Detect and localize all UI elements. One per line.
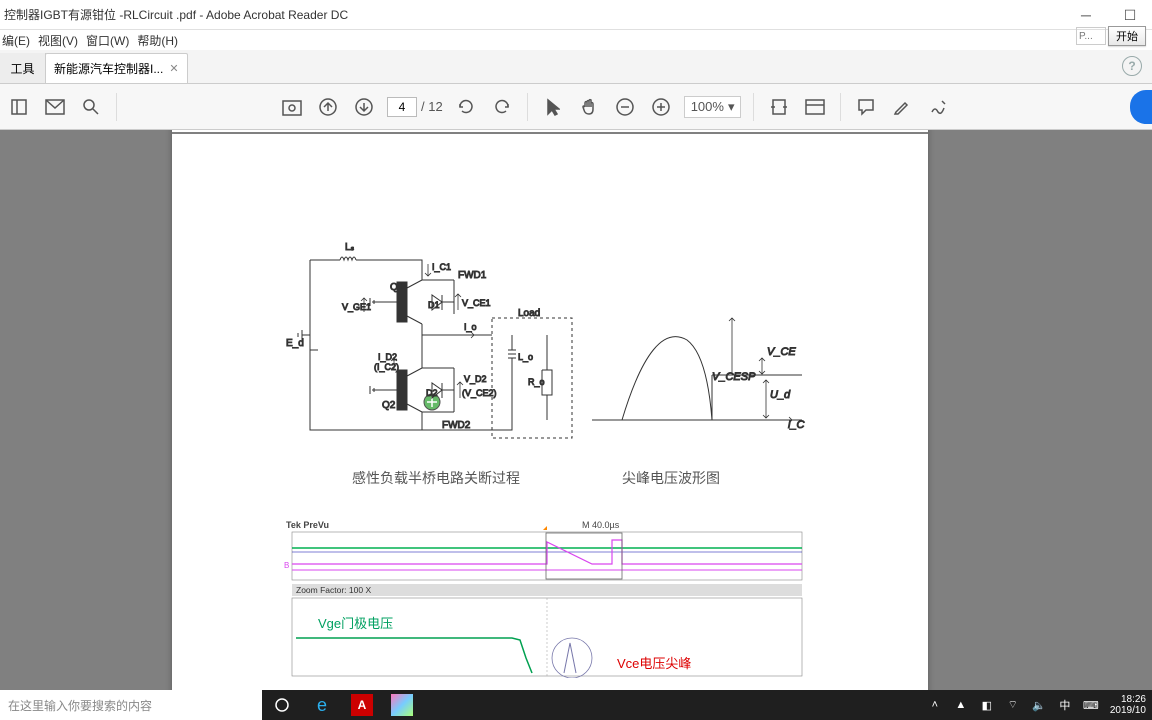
page-divider — [172, 132, 928, 134]
svg-text:V_D2: V_D2 — [464, 374, 487, 384]
start-button[interactable]: 开始 — [1108, 26, 1146, 46]
svg-text:V_CESP: V_CESP — [712, 371, 756, 383]
svg-text:M 40.0µs: M 40.0µs — [582, 520, 620, 530]
tab-document[interactable]: 新能源汽车控制器I... ✕ — [45, 53, 188, 83]
chevron-down-icon: ▾ — [728, 99, 735, 115]
svg-text:V_GE1: V_GE1 — [342, 302, 371, 312]
p-indicator: P... — [1076, 27, 1106, 45]
svg-text:V_CE: V_CE — [767, 346, 796, 358]
taskbar-clock[interactable]: 18:26 2019/10 — [1104, 694, 1152, 716]
share-button[interactable] — [1130, 90, 1152, 124]
svg-text:V_CE1: V_CE1 — [462, 298, 491, 308]
fit-width-icon[interactable] — [766, 94, 792, 120]
svg-text:R_o: R_o — [528, 377, 545, 387]
tray-ime[interactable]: 中 — [1052, 690, 1078, 720]
svg-text:(I_C2): (I_C2) — [374, 362, 399, 372]
svg-text:D1: D1 — [428, 300, 440, 310]
svg-text:(V_CE2): (V_CE2) — [462, 388, 497, 398]
tab-close-icon[interactable]: ✕ — [169, 62, 178, 75]
svg-text:Q2: Q2 — [382, 400, 396, 411]
menu-help[interactable]: 帮助(H) — [137, 32, 178, 49]
system-tray: ˄ ▲ ◧ ⌔ 🔈 中 ⌨ 18:26 2019/10 — [922, 690, 1152, 720]
taskbar-search[interactable]: 在这里输入你要搜索的内容 — [0, 690, 262, 720]
clock-time: 18:26 — [1110, 694, 1146, 705]
caption-left: 感性负载半桥电路关断过程 — [352, 468, 520, 488]
svg-text:L_o: L_o — [518, 352, 533, 362]
svg-text:E_d: E_d — [286, 338, 304, 349]
prev-page-icon[interactable] — [315, 94, 341, 120]
caption-right: 尖峰电压波形图 — [622, 468, 720, 488]
hand-icon[interactable] — [576, 94, 602, 120]
zoom-out-icon[interactable] — [612, 94, 638, 120]
mail-icon[interactable] — [42, 94, 68, 120]
menu-window[interactable]: 窗口(W) — [86, 32, 129, 49]
tab-home[interactable]: 工具 — [0, 53, 46, 83]
svg-text:i_C: i_C — [788, 419, 805, 431]
fit-page-icon[interactable] — [802, 94, 828, 120]
svg-text:Vce电压尖峰: Vce电压尖峰 — [617, 656, 691, 671]
svg-text:I_C1: I_C1 — [432, 262, 451, 272]
tray-volume-icon[interactable]: 🔈 — [1026, 690, 1052, 720]
tray-network-icon[interactable]: ⌔ — [1000, 690, 1026, 720]
tray-shield-icon[interactable]: ▲ — [948, 690, 974, 720]
page-indicator: / 12 — [387, 97, 443, 117]
menu-view[interactable]: 视图(V) — [38, 32, 78, 49]
tab-strip: 工具 新能源汽车控制器I... ✕ ? — [0, 50, 1152, 84]
search-icon[interactable] — [78, 94, 104, 120]
document-viewport[interactable]: Lₛ E_d Q1 D1 V_CE1 FWD1 — [0, 130, 1152, 690]
svg-text:I_o: I_o — [464, 322, 477, 332]
help-icon[interactable]: ? — [1122, 56, 1142, 76]
rotate-cw-icon[interactable] — [489, 94, 515, 120]
menu-bar: 编(E) 视图(V) 窗口(W) 帮助(H) — [0, 30, 1152, 50]
tray-keyboard-icon[interactable]: ⌨ — [1078, 690, 1104, 720]
page-total: / 12 — [421, 99, 443, 114]
tray-chevron-icon[interactable]: ˄ — [922, 690, 948, 720]
clock-date: 2019/10 — [1110, 705, 1146, 716]
svg-text:Zoom Factor: 100 X: Zoom Factor: 100 X — [296, 585, 371, 595]
next-page-icon[interactable] — [351, 94, 377, 120]
comment-icon[interactable] — [853, 94, 879, 120]
cursor-icon[interactable] — [540, 94, 566, 120]
svg-text:Load: Load — [518, 308, 540, 319]
top-accent: P... 开始 — [1012, 22, 1152, 50]
tray-app-icon[interactable]: ◧ — [974, 690, 1000, 720]
search-placeholder: 在这里输入你要搜索的内容 — [8, 697, 152, 714]
title-bar: 控制器IGBT有源钳位 -RLCircuit .pdf - Adobe Acro… — [0, 0, 1152, 30]
oscilloscope-plot: Tek PreVu M 40.0µs B Zoom Factor: 100 X … — [282, 518, 812, 678]
svg-text:B: B — [284, 561, 289, 570]
menu-edit[interactable]: 编(E) — [2, 32, 30, 49]
svg-text:Q1: Q1 — [390, 282, 404, 293]
svg-text:Lₛ: Lₛ — [345, 242, 355, 253]
highlight-icon[interactable] — [889, 94, 915, 120]
sidebar-toggle-icon[interactable] — [6, 94, 32, 120]
acrobat-taskbar-icon[interactable]: A — [342, 690, 382, 720]
taskbar: 在这里输入你要搜索的内容 e A ˄ ▲ ◧ ⌔ 🔈 中 ⌨ 18:26 201… — [0, 690, 1152, 720]
zoom-in-icon[interactable] — [648, 94, 674, 120]
svg-text:Vge门极电压: Vge门极电压 — [318, 616, 393, 631]
svg-text:Tek PreVu: Tek PreVu — [286, 520, 329, 530]
page-current-input[interactable] — [387, 97, 417, 117]
circuit-diagram: Lₛ E_d Q1 D1 V_CE1 FWD1 — [282, 240, 842, 500]
svg-text:FWD2: FWD2 — [442, 420, 471, 431]
tab-label: 新能源汽车控制器I... — [54, 60, 163, 77]
window-title: 控制器IGBT有源钳位 -RLCircuit .pdf - Adobe Acro… — [4, 6, 348, 23]
toolbar: / 12 100% ▾ — [0, 84, 1152, 130]
zoom-value: 100% — [691, 99, 724, 114]
svg-text:D2: D2 — [426, 388, 438, 398]
pdf-page: Lₛ E_d Q1 D1 V_CE1 FWD1 — [172, 130, 928, 690]
sign-icon[interactable] — [925, 94, 951, 120]
edge-icon[interactable]: e — [302, 690, 342, 720]
rotate-ccw-icon[interactable] — [453, 94, 479, 120]
svg-text:U_d: U_d — [770, 389, 791, 401]
cortana-icon[interactable] — [262, 690, 302, 720]
svg-text:FWD1: FWD1 — [458, 270, 487, 281]
app-taskbar-icon[interactable] — [382, 690, 422, 720]
snapshot-icon[interactable] — [279, 94, 305, 120]
zoom-level[interactable]: 100% ▾ — [684, 96, 742, 118]
